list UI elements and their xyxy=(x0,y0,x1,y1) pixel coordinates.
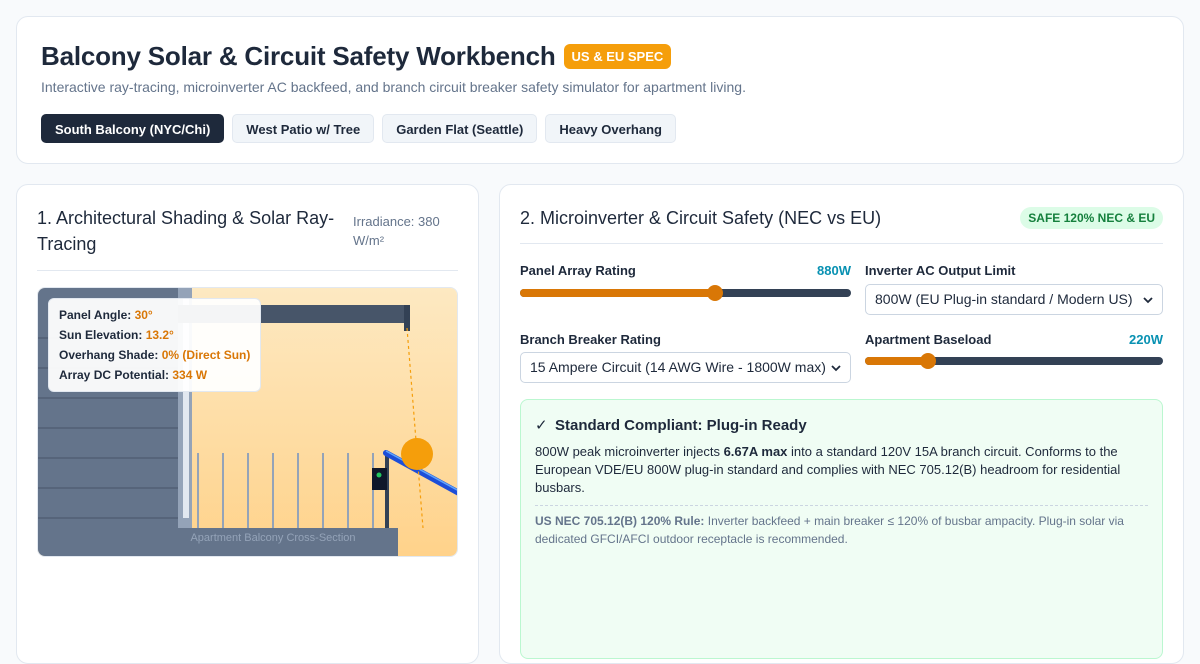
inverter-limit-selected: 800W (EU Plug-in standard / Modern US) xyxy=(875,291,1133,307)
stat-panel-angle: Panel Angle: 30° xyxy=(59,308,153,322)
inverter-limit-label: Inverter AC Output Limit xyxy=(865,263,1016,278)
chevron-down-icon xyxy=(1143,297,1153,304)
scenario-tab-garden-flat[interactable]: Garden Flat (Seattle) xyxy=(382,114,538,143)
notice-title: Standard Compliant: Plug-in Ready xyxy=(555,416,807,434)
irradiance-readout: Irradiance: 380 W/m² xyxy=(353,214,440,248)
scene-caption: Apartment Balcony Cross-Section xyxy=(190,532,356,544)
shading-panel-title: 1. Architectural Shading & Solar Ray-Tra… xyxy=(37,208,335,254)
sun-icon xyxy=(401,438,433,470)
panel-divider xyxy=(520,243,1163,244)
breaker-label: Branch Breaker Rating xyxy=(520,332,661,347)
stat-array-dc: Array DC Potential: 334 W xyxy=(59,368,208,382)
baseload-slider[interactable] xyxy=(865,352,1163,370)
microinverter-box xyxy=(372,468,387,490)
breaker-selected: 15 Ampere Circuit (14 AWG Wire - 1800W m… xyxy=(530,359,826,375)
slider-thumb[interactable] xyxy=(919,353,936,369)
scenario-tab-south-balcony[interactable]: South Balcony (NYC/Chi) xyxy=(41,114,225,143)
slider-fill xyxy=(865,357,928,365)
page-subtitle: Interactive ray-tracing, microinverter A… xyxy=(41,79,746,95)
stat-sun-elevation: Sun Elevation: 13.2° xyxy=(59,328,174,342)
title-row: Balcony Solar & Circuit Safety Workbench… xyxy=(41,41,672,72)
notice-separator xyxy=(535,505,1148,506)
overhang-lip xyxy=(404,305,410,331)
spec-badge: US & EU SPEC xyxy=(563,44,672,69)
shading-stats-overlay: Panel Angle: 30° Sun Elevation: 13.2° Ov… xyxy=(48,298,262,392)
balcony-scene: Panel Angle: 30° Sun Elevation: 13.2° Ov… xyxy=(37,287,458,557)
notice-header: ✓ Standard Compliant: Plug-in Ready xyxy=(535,416,807,435)
panel-rating-slider[interactable] xyxy=(520,284,851,302)
shading-panel: 1. Architectural Shading & Solar Ray-Tra… xyxy=(16,184,479,664)
panel-divider xyxy=(37,270,458,271)
compliance-notice: ✓ Standard Compliant: Plug-in Ready 800W… xyxy=(520,399,1163,659)
slider-fill xyxy=(520,289,716,297)
panel-mount-post xyxy=(385,456,389,528)
scenario-tab-west-patio[interactable]: West Patio w/ Tree xyxy=(232,114,375,143)
baseload-value: 220W xyxy=(1129,332,1163,347)
chevron-down-icon xyxy=(831,365,841,372)
slider-thumb[interactable] xyxy=(707,285,724,301)
page-title: Balcony Solar & Circuit Safety Workbench xyxy=(41,41,556,71)
panel-rating-value: 880W xyxy=(817,263,851,278)
circuit-panel: 2. Microinverter & Circuit Safety (NEC v… xyxy=(499,184,1184,664)
notice-body: 800W peak microinverter injects 6.67A ma… xyxy=(535,444,1121,495)
inverter-status-led xyxy=(376,472,382,478)
checkmark-icon: ✓ xyxy=(535,417,548,434)
circuit-panel-title: 2. Microinverter & Circuit Safety (NEC v… xyxy=(520,208,882,228)
stat-overhang-shade: Overhang Shade: 0% (Direct Sun) xyxy=(59,348,251,362)
inverter-limit-select[interactable]: 800W (EU Plug-in standard / Modern US) xyxy=(865,284,1163,315)
baseload-label: Apartment Baseload xyxy=(865,332,992,347)
panel-rating-label: Panel Array Rating xyxy=(520,263,636,278)
nec-rule-text: US NEC 705.12(B) 120% Rule: Inverter bac… xyxy=(535,514,1124,546)
scenario-tab-heavy-overhang[interactable]: Heavy Overhang xyxy=(545,114,676,143)
scenario-tabs: South Balcony (NYC/Chi) West Patio w/ Tr… xyxy=(41,114,676,143)
breaker-select[interactable]: 15 Ampere Circuit (14 AWG Wire - 1800W m… xyxy=(520,352,851,383)
safety-status-badge: SAFE 120% NEC & EU xyxy=(1020,207,1163,229)
header-card: Balcony Solar & Circuit Safety Workbench… xyxy=(16,16,1184,164)
